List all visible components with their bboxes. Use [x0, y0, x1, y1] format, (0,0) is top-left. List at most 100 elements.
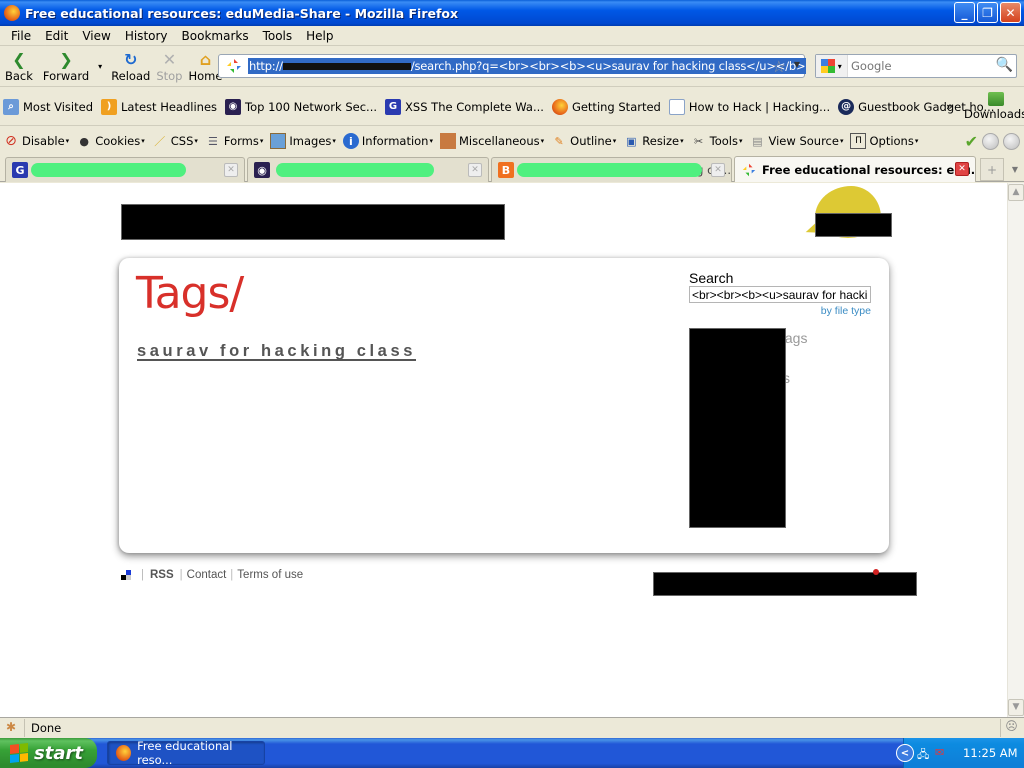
dev-css-menu[interactable]: ／ CSS ▾ — [152, 133, 198, 149]
bookmark-top-100[interactable]: ◉ Top 100 Network Sec... — [225, 98, 378, 115]
bookmark-most-visited[interactable]: ⌕ Most Visited — [3, 98, 93, 115]
tab-4-active[interactable]: Free educational resources: edu... ✕ — [734, 156, 976, 182]
tab-2[interactable]: ◉ ✕ — [247, 157, 489, 182]
minimize-button[interactable]: _ — [954, 2, 975, 23]
dev-label: Resize — [642, 134, 680, 148]
menu-tools[interactable]: Tools — [256, 29, 300, 43]
scroll-down-arrow-icon[interactable]: ▼ — [1008, 699, 1024, 716]
site-search-input[interactable] — [689, 286, 871, 303]
menu-history[interactable]: History — [118, 29, 175, 43]
window-title: Free educational resources: eduMedia-Sha… — [25, 5, 459, 21]
page-icon — [668, 98, 685, 115]
resize-icon: ▣ — [626, 134, 637, 148]
start-button[interactable]: start — [0, 738, 97, 768]
bookmark-getting-started[interactable]: Getting Started — [551, 98, 661, 115]
validation-check-icon[interactable]: ✔ — [965, 132, 978, 151]
rss-icon: ) — [101, 98, 117, 115]
dev-label: Information — [361, 134, 429, 148]
dev-label: Miscellaneous — [459, 134, 540, 148]
menu-bookmarks[interactable]: Bookmarks — [175, 29, 256, 43]
css-status-icon[interactable] — [982, 133, 999, 150]
dev-view-source-menu[interactable]: ▤ View Source ▾ — [750, 133, 843, 149]
gmail-notifier-icon[interactable]: ✉ — [935, 746, 949, 760]
site-search: Search by file type — [689, 270, 871, 317]
menu-bar: File Edit View History Bookmarks Tools H… — [0, 26, 1024, 46]
contact-link[interactable]: Contact — [187, 569, 227, 581]
dev-tools-menu[interactable]: ✂ Tools ▾ — [691, 133, 742, 149]
forms-icon: ☰ — [207, 134, 218, 148]
dev-resize-menu[interactable]: ▣ Resize ▾ — [623, 133, 684, 149]
terms-of-use-link[interactable]: Terms of use — [237, 569, 303, 581]
tab-1[interactable]: G ✕ — [5, 157, 245, 182]
forward-arrow-icon: ❯ — [59, 49, 73, 69]
dev-miscellaneous-menu[interactable]: Miscellaneous ▾ — [440, 133, 544, 149]
menu-file[interactable]: File — [4, 29, 38, 43]
status-divider — [24, 719, 25, 737]
reload-button[interactable]: ↻ Reload — [108, 48, 153, 86]
menu-help[interactable]: Help — [299, 29, 340, 43]
dev-label: CSS — [170, 134, 194, 148]
clock[interactable]: 11:25 AM — [963, 746, 1018, 760]
tab-close-button[interactable]: ✕ — [711, 163, 725, 177]
dev-forms-menu[interactable]: ☰ Forms ▾ — [205, 133, 263, 149]
web-search-input[interactable] — [851, 59, 991, 73]
restore-button[interactable]: ❐ — [977, 2, 998, 23]
url-dropdown-icon[interactable]: ▼ — [794, 60, 800, 69]
view-source-icon: ▤ — [752, 134, 763, 148]
tray-expand-chevron-icon[interactable]: < — [896, 744, 914, 762]
menu-edit[interactable]: Edit — [38, 29, 75, 43]
tab-label: Free educational resources: edu... — [762, 162, 976, 177]
bookmarks-overflow-chevron[interactable]: » — [946, 100, 953, 113]
swirl-icon: @ — [838, 98, 855, 115]
bookmark-latest-headlines[interactable]: ) Latest Headlines — [101, 98, 217, 115]
bookmark-star-icon[interactable]: ☆ — [772, 57, 786, 76]
dev-disable-menu[interactable]: ⊘ Disable ▾ — [3, 133, 69, 149]
firefox-icon — [4, 5, 20, 21]
dev-cookies-menu[interactable]: ● Cookies ▾ — [76, 133, 144, 149]
stop-icon: ✕ — [162, 49, 177, 69]
js-status-icon[interactable] — [1003, 133, 1020, 150]
url-text[interactable]: http:// /search.php?q=<br><br><b><u>saura… — [248, 58, 807, 74]
dev-options-menu[interactable]: Π Options ▾ — [850, 133, 918, 149]
downloads-button[interactable]: Downloads — [964, 92, 1024, 121]
new-tab-button[interactable]: + — [980, 158, 1004, 181]
forward-button[interactable]: ❯ Forward — [40, 48, 92, 86]
tag-link[interactable]: saurav for hacking class — [137, 342, 416, 361]
start-label: start — [34, 742, 83, 764]
tab-list-dropdown[interactable]: ▼ — [1006, 158, 1024, 181]
vertical-scrollbar[interactable]: ▲ ▼ — [1007, 183, 1024, 717]
dev-label: Outline — [570, 134, 612, 148]
bookmark-how-to-hack[interactable]: How to Hack | Hacking... — [668, 98, 830, 115]
search-label: Search — [689, 270, 734, 286]
stop-label: Stop — [156, 68, 183, 83]
menu-view[interactable]: View — [75, 29, 117, 43]
scroll-up-arrow-icon[interactable]: ▲ — [1008, 184, 1024, 201]
dev-outline-menu[interactable]: ✎ Outline ▾ — [551, 133, 617, 149]
history-dropdown[interactable]: ▾ — [92, 48, 108, 86]
tab-close-button[interactable]: ✕ — [224, 163, 238, 177]
network-icon[interactable]: 🖧 — [917, 746, 931, 761]
stop-button[interactable]: ✕ Stop — [153, 48, 185, 86]
page-viewport: Tags/ saurav for hacking class Search by… — [0, 183, 1007, 717]
bookmark-xss[interactable]: G XSS The Complete Wa... — [385, 98, 544, 115]
url-bar[interactable]: http:// /search.php?q=<br><br><b><u>saura… — [218, 54, 807, 78]
dev-label: View Source — [768, 134, 839, 148]
tab-close-button[interactable]: ✕ — [955, 162, 969, 176]
taskbar-firefox-window[interactable]: Free educational reso... — [107, 739, 265, 767]
search-icon[interactable]: 🔍 — [996, 57, 1013, 73]
back-button[interactable]: ❮ Back — [2, 48, 36, 86]
rss-link[interactable]: RSS — [150, 569, 174, 581]
system-tray: < 🖧 ✉ 11:25 AM — [896, 738, 1024, 768]
dev-images-menu[interactable]: Images ▾ — [270, 133, 336, 149]
close-button[interactable]: ✕ — [1000, 2, 1021, 23]
dev-information-menu[interactable]: i Information ▾ — [342, 133, 433, 149]
firebug-icon[interactable]: ✱ — [2, 720, 20, 736]
search-engine-selector[interactable]: ▾ — [816, 55, 848, 77]
addon-status-icon[interactable]: ☹ — [1000, 719, 1022, 737]
tab-close-button[interactable]: ✕ — [468, 163, 482, 177]
tab-3[interactable]: B Blogger: Learn Hacking|Hacking cla... … — [491, 157, 732, 182]
redacted-sidebar — [689, 328, 786, 528]
cookies-icon: ● — [79, 134, 89, 148]
by-file-type-link[interactable]: by file type — [689, 305, 871, 317]
bookmark-label: Top 100 Network Sec... — [245, 99, 378, 114]
